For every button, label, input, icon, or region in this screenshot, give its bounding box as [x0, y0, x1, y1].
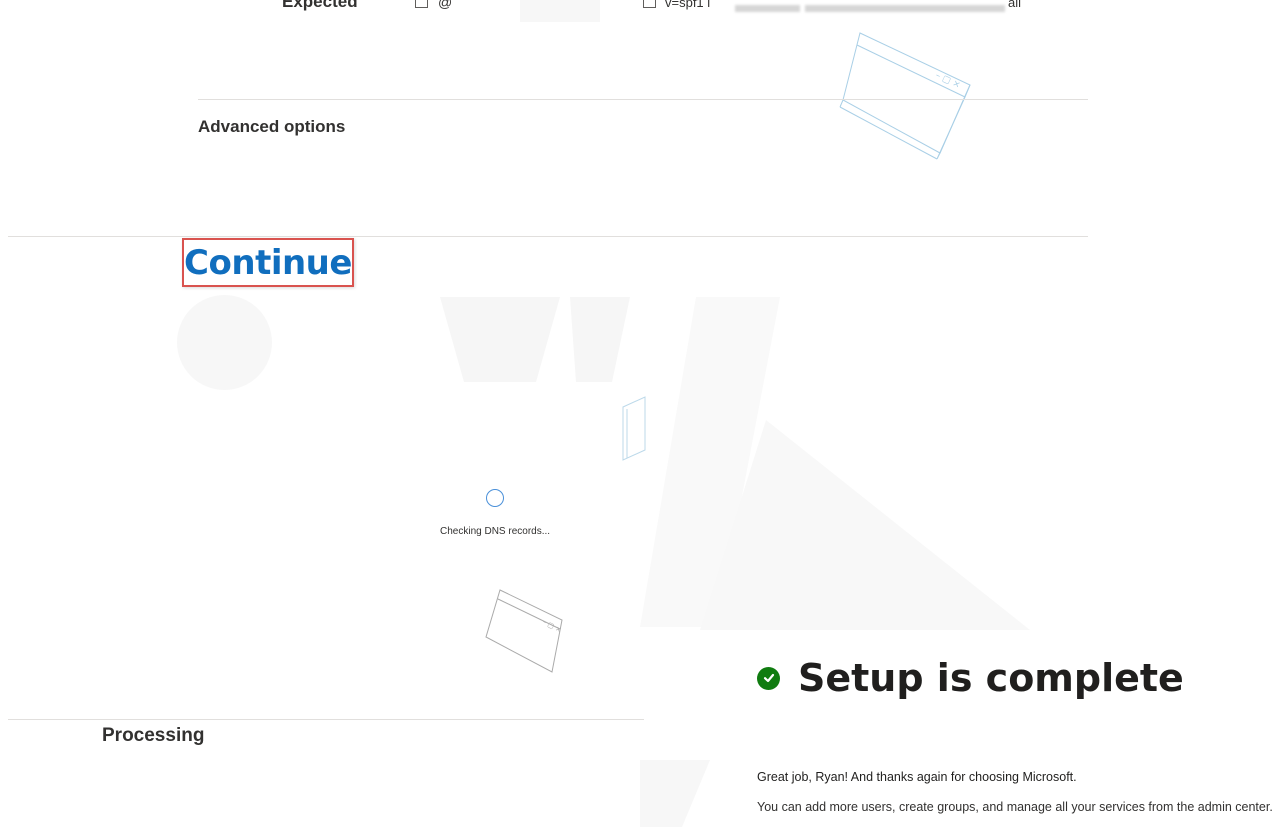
dns-row-value: v=spf1 i — [665, 0, 711, 10]
setup-description: You can add more users, create groups, a… — [757, 800, 1273, 814]
dns-row-label: Expected — [282, 0, 358, 11]
browser-window-illustration: – ▢ × — [485, 589, 563, 673]
dns-row-value-prefix: @ — [438, 0, 453, 10]
check-circle-icon — [757, 666, 780, 690]
continue-label: Continue — [184, 242, 352, 283]
setup-title: Setup is complete — [798, 656, 1184, 700]
section-divider — [8, 719, 644, 720]
dns-record-row: Expected @ v=spf1 i all — [260, 0, 1100, 22]
copy-icon[interactable] — [415, 0, 428, 8]
dns-row-value-suffix: all — [1008, 0, 1022, 10]
setup-complete-heading: Setup is complete — [757, 656, 1184, 700]
browser-window-illustration — [622, 396, 646, 461]
svg-text:– ▢ ×: – ▢ × — [934, 71, 962, 91]
section-divider — [198, 99, 1088, 100]
redacted-text — [805, 5, 1005, 12]
watermark-shape — [570, 297, 630, 382]
svg-text:– ▢ ×: – ▢ × — [541, 618, 563, 635]
section-divider — [8, 236, 1088, 237]
redacted-text — [735, 5, 800, 12]
watermark-shape — [177, 295, 272, 390]
setup-greeting: Great job, Ryan! And thanks again for ch… — [757, 770, 1077, 784]
browser-window-illustration: – ▢ × — [839, 32, 971, 160]
continue-button[interactable]: Continue — [182, 238, 354, 287]
processing-heading: Processing — [102, 725, 205, 746]
advanced-options-toggle[interactable]: Advanced options — [198, 117, 345, 137]
watermark-shape — [440, 297, 560, 382]
loading-spinner — [486, 489, 504, 507]
copy-icon[interactable] — [643, 0, 656, 8]
watermark-shape — [640, 760, 710, 827]
loading-status-text: Checking DNS records... — [440, 526, 551, 537]
